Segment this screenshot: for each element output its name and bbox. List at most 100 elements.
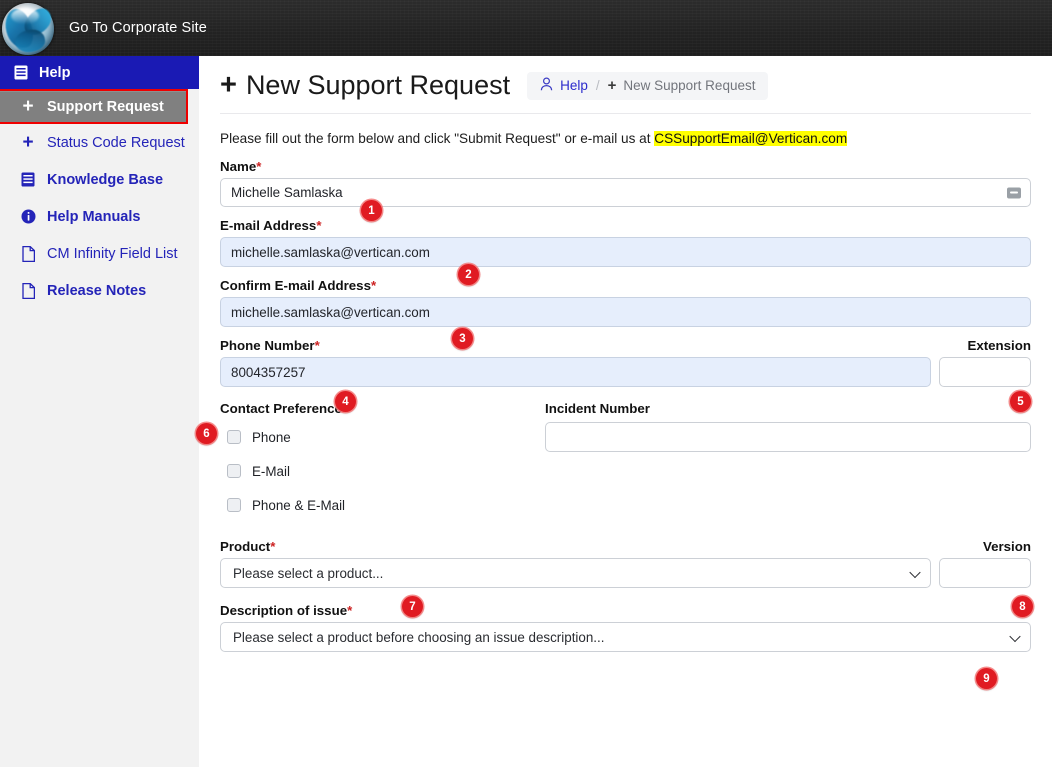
required-marker: * xyxy=(347,603,353,618)
page-title-text: New Support Request xyxy=(245,70,511,100)
extension-label-text: Extension xyxy=(967,338,1031,353)
contact-preference-option-phone[interactable]: Phone xyxy=(220,420,545,454)
breadcrumb-link-help[interactable]: Help xyxy=(560,78,588,93)
required-marker: * xyxy=(316,218,322,233)
required-marker: * xyxy=(270,539,276,554)
annotation-badge-1: 1 xyxy=(361,200,382,221)
extension-label: Extension xyxy=(939,338,1031,353)
version-field[interactable] xyxy=(939,558,1031,588)
confirm-email-label-text: Confirm E-mail Address xyxy=(220,278,371,293)
book-icon xyxy=(13,64,29,81)
breadcrumb: Help / + New Support Request xyxy=(527,71,769,100)
plus-icon: + xyxy=(22,96,34,117)
sidebar-item-knowledge-base[interactable]: Knowledge Base xyxy=(0,161,199,198)
info-icon xyxy=(20,208,36,225)
annotation-badge-5: 5 xyxy=(1010,391,1031,412)
annotation-badge-7: 7 xyxy=(402,596,423,617)
top-navigation-bar: Go To Corporate Site xyxy=(0,0,1052,56)
description-label-text: Description of issue xyxy=(220,603,348,618)
incident-number-label: Incident Number xyxy=(545,401,650,416)
version-label-text: Version xyxy=(982,539,1031,554)
confirm-email-field-value: michelle.samlaska@vertican.com xyxy=(231,304,430,320)
annotation-badge-9: 9 xyxy=(976,668,997,689)
required-marker: * xyxy=(256,159,262,174)
product-select-value: Please select a product... xyxy=(233,565,384,581)
go-to-corporate-site-link[interactable]: Go To Corporate Site xyxy=(69,20,207,36)
page-title: + New Support Request xyxy=(220,69,510,102)
contact-preference-option-email[interactable]: E-Mail xyxy=(220,454,545,488)
name-field[interactable]: Michelle Samlaska xyxy=(220,178,1031,207)
name-label: Name* xyxy=(220,159,1031,174)
name-field-value: Michelle Samlaska xyxy=(231,185,343,200)
sidebar-item-support-request[interactable]: + Support Request xyxy=(0,89,188,124)
name-label-text: Name xyxy=(220,159,257,174)
checkbox-label: Phone & E-Mail xyxy=(252,497,346,513)
checkbox-phone[interactable] xyxy=(227,430,241,444)
support-request-form: Please fill out the form below and click… xyxy=(199,131,1052,652)
sidebar-item-label: Support Request xyxy=(47,98,164,115)
contact-preference-label: Contact Preference xyxy=(220,401,342,416)
sidebar-item-label: Help Manuals xyxy=(47,208,141,225)
extension-field[interactable] xyxy=(939,357,1031,387)
document-icon xyxy=(20,282,36,299)
annotation-badge-6: 6 xyxy=(196,423,217,444)
sidebar-header-help: Help xyxy=(0,56,199,89)
product-label-text: Product xyxy=(220,539,271,554)
breadcrumb-current: New Support Request xyxy=(623,78,756,93)
description-label: Description of issue* xyxy=(220,603,1031,618)
incident-number-group: Incident Number xyxy=(545,401,1031,522)
phone-field-value: 8004357257 xyxy=(231,364,306,380)
vertican-sphere-logo-icon[interactable] xyxy=(0,2,56,55)
logo-gloss xyxy=(11,7,39,24)
phone-field[interactable]: 8004357257 xyxy=(220,357,931,387)
sidebar-item-help-manuals[interactable]: Help Manuals xyxy=(0,198,199,235)
intro-text: Please fill out the form below and click… xyxy=(220,131,655,146)
checkbox-label: E-Mail xyxy=(252,463,290,479)
description-select[interactable]: Please select a product before choosing … xyxy=(220,622,1031,652)
sidebar-item-release-notes[interactable]: Release Notes xyxy=(0,272,199,309)
support-email-highlight[interactable]: CSSupportEmail@Vertican.com xyxy=(654,131,848,146)
page-header: + New Support Request Help / + New Suppo… xyxy=(199,56,1052,102)
plus-icon: + xyxy=(22,132,34,153)
header-divider xyxy=(220,113,1031,114)
contact-preference-option-phone-and-email[interactable]: Phone & E-Mail xyxy=(220,488,545,522)
sidebar-item-label: Status Code Request xyxy=(47,134,185,151)
sidebar-item-cm-infinity-field-list[interactable]: CM Infinity Field List xyxy=(0,235,199,272)
main-content: + New Support Request Help / + New Suppo… xyxy=(199,56,1052,767)
chevron-down-icon xyxy=(1011,633,1020,642)
version-label: Version xyxy=(939,539,1031,554)
description-select-value: Please select a product before choosing … xyxy=(233,629,605,645)
form-intro-text: Please fill out the form below and click… xyxy=(220,131,1031,146)
email-field[interactable]: michelle.samlaska@vertican.com xyxy=(220,237,1031,267)
document-icon xyxy=(20,245,36,262)
required-marker: * xyxy=(370,278,377,293)
required-marker: * xyxy=(314,338,320,353)
phone-label-text: Phone Number xyxy=(220,338,315,353)
annotation-badge-3: 3 xyxy=(452,328,473,349)
sidebar-item-label: Knowledge Base xyxy=(47,171,164,188)
sidebar-item-status-code-request[interactable]: + Status Code Request xyxy=(0,124,199,161)
email-label: E-mail Address* xyxy=(220,218,1031,233)
breadcrumb-separator: / xyxy=(595,78,600,93)
chevron-down-icon xyxy=(911,569,920,578)
sidebar: Help + Support Request + Status Code Req… xyxy=(0,56,199,767)
sidebar-item-label: CM Infinity Field List xyxy=(47,245,178,262)
phone-label: Phone Number* xyxy=(220,338,931,353)
annotation-badge-2: 2 xyxy=(458,264,479,285)
credentials-icon[interactable] xyxy=(1007,187,1021,198)
plus-icon: + xyxy=(607,77,617,94)
email-label-text: E-mail Address xyxy=(220,218,317,233)
person-icon xyxy=(540,77,553,94)
contact-preference-group: Contact Preference Phone E-Mail Phone & … xyxy=(220,401,545,522)
confirm-email-label: Confirm E-mail Address* xyxy=(220,278,1031,293)
book-icon xyxy=(20,171,36,188)
checkbox-email[interactable] xyxy=(227,464,241,478)
confirm-email-field[interactable]: michelle.samlaska@vertican.com xyxy=(220,297,1031,327)
product-select[interactable]: Please select a product... xyxy=(220,558,931,588)
sidebar-item-label: Release Notes xyxy=(47,282,147,299)
checkbox-phone-and-email[interactable] xyxy=(227,498,241,512)
sidebar-header-label: Help xyxy=(39,64,71,81)
incident-number-field[interactable] xyxy=(545,422,1031,452)
annotation-badge-8: 8 xyxy=(1012,596,1033,617)
checkbox-label: Phone xyxy=(252,429,291,445)
